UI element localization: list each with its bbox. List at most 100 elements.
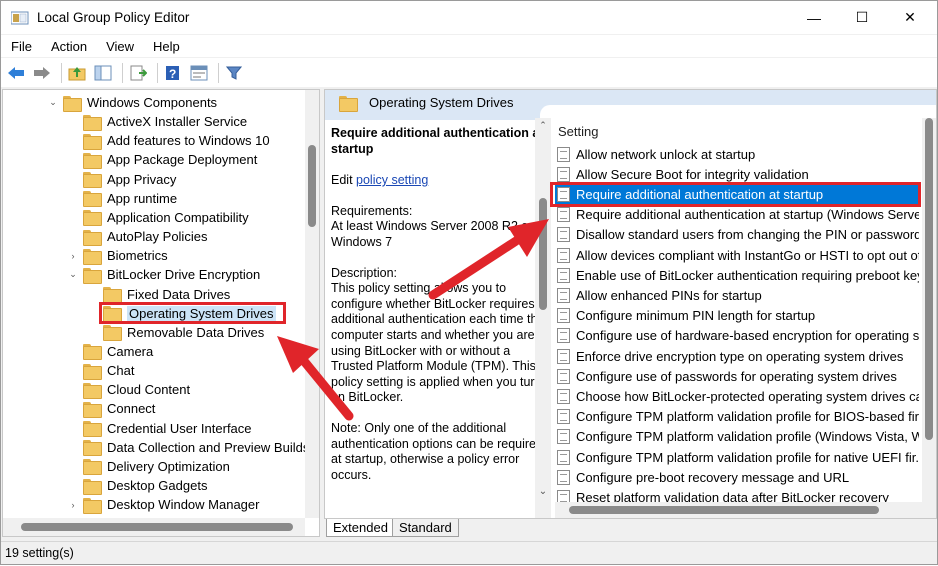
tab-extended[interactable]: Extended: [326, 519, 395, 537]
tree-item[interactable]: Desktop Gadgets: [67, 476, 207, 495]
setting-label: Allow Secure Boot for integrity validati…: [576, 166, 809, 182]
setting-label: Allow enhanced PINs for startup: [576, 287, 762, 303]
policy-setting-icon: [557, 227, 570, 243]
scrollbar-thumb[interactable]: [539, 198, 547, 310]
tree-item[interactable]: ⌄ BitLocker Drive Encryption: [67, 265, 260, 284]
scroll-down-icon[interactable]: ⌄: [535, 486, 551, 498]
settings-vertical-scrollbar[interactable]: [922, 118, 936, 518]
setting-row[interactable]: Allow enhanced PINs for startup: [555, 285, 919, 305]
properties-icon[interactable]: [188, 62, 210, 84]
tree-item[interactable]: ⌄ Windows Components: [47, 93, 217, 112]
filter-icon[interactable]: [223, 62, 245, 84]
tree-item-label: Connect: [107, 401, 156, 417]
tree-item-label: BitLocker Drive Encryption: [107, 267, 261, 283]
folder-icon: [83, 267, 102, 284]
setting-row[interactable]: Configure pre-boot recovery message and …: [555, 467, 919, 487]
folder-icon: [83, 210, 102, 227]
policy-setting-icon: [557, 409, 570, 425]
tree-item[interactable]: AutoPlay Policies: [67, 227, 207, 246]
setting-row[interactable]: Enforce drive encryption type on operati…: [555, 346, 919, 366]
folder-icon: [103, 287, 122, 303]
tree-item[interactable]: App Privacy: [67, 170, 176, 189]
tree-horizontal-scrollbar[interactable]: [3, 518, 305, 536]
tree-item[interactable]: Application Compatibility: [67, 208, 249, 227]
scrollbar-thumb[interactable]: [308, 145, 316, 227]
setting-row[interactable]: Configure minimum PIN length for startup: [555, 306, 919, 326]
tree-item[interactable]: Camera: [67, 342, 153, 361]
tree-item-label: Desktop Window Manager: [107, 497, 260, 513]
description-scrollbar[interactable]: ⌃ ⌄: [535, 118, 551, 518]
policy-setting-icon: [557, 146, 570, 162]
scrollbar-thumb[interactable]: [569, 506, 879, 514]
status-bar: 19 setting(s): [1, 541, 937, 564]
tree-item[interactable]: Add features to Windows 10: [67, 131, 270, 150]
policy-setting-icon: [557, 429, 570, 445]
setting-label: Configure TPM platform validation profil…: [576, 409, 919, 425]
maximize-button[interactable]: ☐: [839, 1, 885, 34]
scroll-up-icon[interactable]: ⌃: [535, 120, 551, 132]
status-text: 19 setting(s): [5, 546, 74, 560]
setting-row[interactable]: Choose how BitLocker-protected operating…: [555, 386, 919, 406]
edit-line: Edit policy setting: [331, 173, 546, 189]
description-block: Description: This policy setting allows …: [331, 266, 546, 406]
menu-help[interactable]: Help: [143, 39, 189, 54]
expand-arrow-icon[interactable]: ›: [67, 251, 79, 261]
show-hide-tree-icon[interactable]: [92, 62, 114, 84]
minimize-button[interactable]: —: [791, 1, 837, 34]
folder-icon: [83, 478, 102, 495]
tree-item[interactable]: Chat: [67, 361, 134, 380]
folder-icon: [83, 459, 102, 476]
tree-item[interactable]: › Biometrics: [67, 246, 168, 265]
tree-vertical-scrollbar[interactable]: [305, 90, 319, 518]
menu-view[interactable]: View: [96, 39, 143, 54]
menu-action[interactable]: Action: [41, 39, 96, 54]
scrollbar-thumb[interactable]: [925, 118, 933, 440]
setting-row[interactable]: Enable use of BitLocker authentication r…: [555, 265, 919, 285]
policy-setting-icon: [557, 449, 570, 465]
setting-row[interactable]: Configure use of hardware-based encrypti…: [555, 326, 919, 346]
setting-label: Allow devices compliant with InstantGo o…: [576, 247, 919, 263]
tree-item[interactable]: Fixed Data Drives: [87, 285, 230, 304]
tree-item[interactable]: Connect: [67, 399, 155, 418]
setting-row[interactable]: Allow devices compliant with InstantGo o…: [555, 245, 919, 265]
setting-row[interactable]: Require additional authentication at sta…: [555, 205, 919, 225]
close-button[interactable]: ✕: [887, 1, 933, 34]
tree-item[interactable]: Data Collection and Preview Builds: [67, 438, 309, 457]
folder-icon: [83, 344, 102, 361]
collapse-arrow-icon[interactable]: ⌄: [47, 97, 59, 108]
tree-item[interactable]: App runtime: [67, 189, 177, 208]
setting-column-header[interactable]: Setting: [558, 124, 598, 139]
details-header: Operating System Drives: [325, 90, 936, 120]
setting-row[interactable]: Configure TPM platform validation profil…: [555, 427, 919, 447]
group-policy-app-icon: [10, 11, 29, 25]
setting-row[interactable]: Configure use of passwords for operating…: [555, 366, 919, 386]
folder-icon: [83, 401, 102, 418]
export-list-icon[interactable]: [127, 62, 149, 84]
tab-standard[interactable]: Standard: [392, 519, 459, 537]
setting-label: Require additional authentication at sta…: [576, 207, 919, 223]
tree-item[interactable]: Delivery Optimization: [67, 457, 230, 476]
setting-row[interactable]: Configure TPM platform validation profil…: [555, 447, 919, 467]
up-folder-icon[interactable]: [66, 62, 88, 84]
tree-item[interactable]: ActiveX Installer Service: [67, 112, 247, 131]
back-icon[interactable]: [5, 62, 27, 84]
forward-icon[interactable]: [31, 62, 53, 84]
tree-item[interactable]: Cloud Content: [67, 380, 190, 399]
toolbar-separator: [122, 62, 123, 83]
tree-item[interactable]: Credential User Interface: [67, 419, 252, 438]
scrollbar-thumb[interactable]: [21, 523, 293, 531]
setting-row[interactable]: Disallow standard users from changing th…: [555, 225, 919, 245]
help-icon[interactable]: ?: [162, 62, 184, 84]
tree-item[interactable]: Removable Data Drives: [87, 323, 264, 342]
collapse-arrow-icon[interactable]: ⌄: [67, 269, 79, 280]
setting-row[interactable]: Configure TPM platform validation profil…: [555, 407, 919, 427]
menu-file[interactable]: File: [1, 39, 41, 54]
view-tabs: Extended Standard: [324, 519, 937, 537]
description-label: Description:: [331, 265, 397, 280]
edit-policy-setting-link[interactable]: policy setting: [356, 173, 428, 187]
tree-item[interactable]: App Package Deployment: [67, 150, 257, 169]
settings-horizontal-scrollbar[interactable]: [555, 502, 922, 518]
expand-arrow-icon[interactable]: ›: [67, 500, 79, 510]
tree-item[interactable]: › Desktop Window Manager: [67, 495, 259, 514]
setting-row[interactable]: Allow network unlock at startup: [555, 144, 919, 164]
